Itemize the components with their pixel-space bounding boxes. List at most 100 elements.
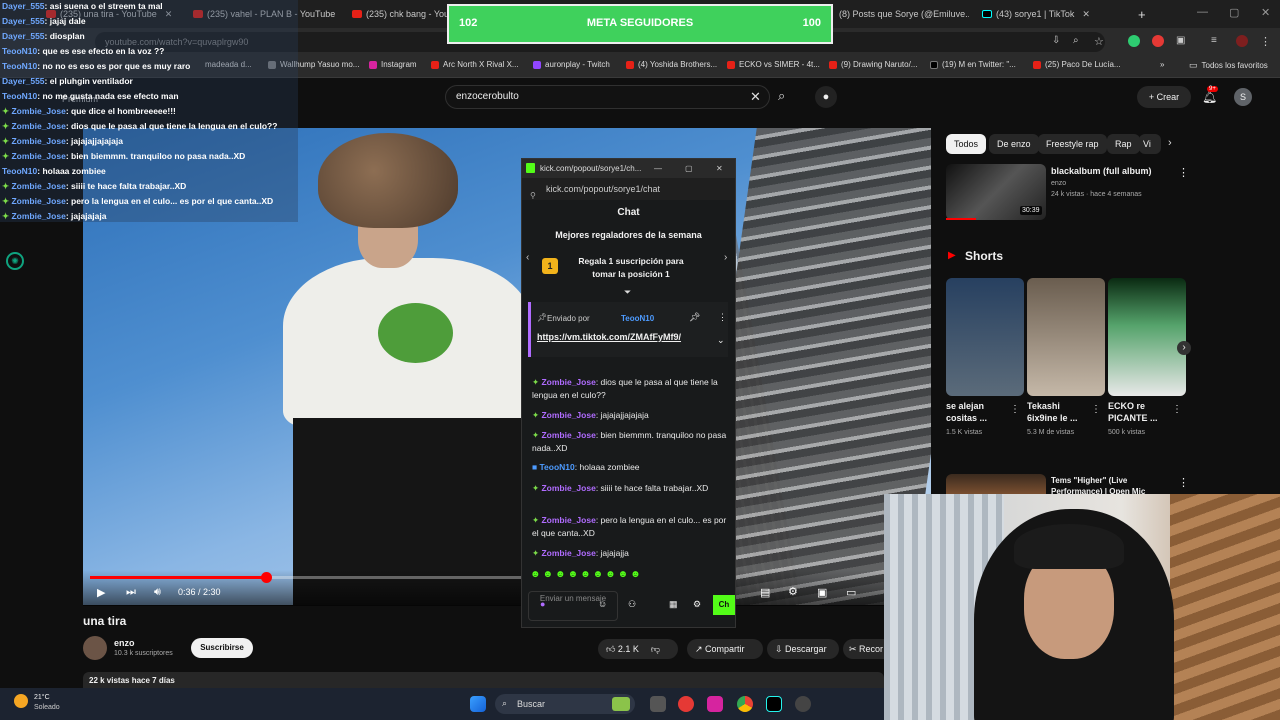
chrome-icon[interactable]: [737, 696, 753, 712]
clear-icon[interactable]: ✕: [750, 89, 761, 105]
new-tab-button[interactable]: +: [1138, 4, 1146, 24]
chatgpt-icon[interactable]: ✺: [6, 252, 24, 270]
maximize-icon[interactable]: ▢: [685, 159, 693, 178]
mic-icon[interactable]: ●: [540, 599, 545, 609]
short-title[interactable]: ECKO re PICANTE ...: [1108, 400, 1168, 424]
channel-name[interactable]: enzo: [114, 638, 135, 648]
minimize-icon[interactable]: —: [1197, 6, 1208, 18]
send-button[interactable]: Ch: [713, 595, 735, 615]
maximize-icon[interactable]: ▢: [1229, 6, 1239, 19]
like-button[interactable]: 👍︎ 2.1 K 👎︎: [598, 639, 678, 659]
clip-button[interactable]: ✂ Recor: [843, 639, 884, 659]
close-icon[interactable]: ✕: [1082, 9, 1090, 20]
chip-todos[interactable]: Todos: [946, 134, 987, 154]
rec-title[interactable]: Tems "Higher" (Live Performance) | Open …: [1051, 475, 1176, 495]
short-thumbnail[interactable]: [946, 278, 1024, 396]
video-description[interactable]: 22 k vistas hace 7 días: [83, 672, 884, 688]
obs-icon[interactable]: [795, 696, 811, 712]
chip-de-enzo[interactable]: De enzo: [989, 134, 1039, 154]
search-input[interactable]: enzocerobulto: [445, 85, 770, 109]
more-icon[interactable]: ⋮: [1172, 404, 1182, 415]
users-icon[interactable]: ⚇: [628, 599, 636, 610]
chip-more[interactable]: Vi: [1139, 134, 1161, 154]
rec-thumbnail[interactable]: [946, 474, 1046, 494]
channel-avatar[interactable]: [83, 636, 107, 660]
pin-icon[interactable]: 📌︎: [689, 312, 700, 323]
mic-icon[interactable]: ●: [815, 86, 837, 108]
puzzle-icon[interactable]: ▣: [1176, 35, 1188, 47]
zoom-icon[interactable]: ⌕: [1073, 35, 1085, 47]
short-title[interactable]: Tekashi 6ix9ine le ...: [1027, 400, 1087, 424]
more-icon[interactable]: ⋮: [718, 312, 727, 323]
gift-icon[interactable]: ▦: [669, 599, 678, 610]
create-button[interactable]: + Crear: [1137, 86, 1191, 108]
volume-icon[interactable]: 🔊︎: [154, 586, 161, 599]
close-icon[interactable]: ✕: [716, 159, 723, 178]
chat-username[interactable]: Zombie_Jose: [541, 515, 595, 525]
filter-icon[interactable]: ⏷: [624, 287, 631, 298]
chat-username[interactable]: Zombie_Jose: [541, 548, 595, 558]
miniplayer-icon[interactable]: ▣: [817, 586, 827, 599]
minimize-icon[interactable]: —: [654, 159, 662, 178]
profile-avatar[interactable]: [1236, 35, 1248, 47]
chevron-right-icon[interactable]: »: [1160, 60, 1164, 69]
tab-posts-sorye[interactable]: (8) Posts que Sorye (@Emiluve...✕: [839, 4, 969, 24]
chat-username[interactable]: Zombie_Jose: [541, 377, 595, 387]
play-icon[interactable]: ▶: [97, 586, 105, 599]
more-icon[interactable]: ⋮: [1091, 404, 1101, 415]
star-icon[interactable]: ☆: [1094, 35, 1106, 48]
search-icon[interactable]: ⌕: [778, 88, 785, 104]
thumbs-down-icon[interactable]: 👎︎: [651, 644, 660, 654]
download-button[interactable]: ⇩ Descargar: [767, 639, 839, 659]
chevron-right-icon[interactable]: ›: [724, 252, 727, 263]
avatar[interactable]: S: [1234, 88, 1252, 106]
extension-icon[interactable]: [1128, 35, 1140, 47]
bookmark-item[interactable]: (9) Drawing Naruto/...: [829, 60, 917, 69]
tab-chk-bang[interactable]: (235) chk bang - YouTu: [352, 4, 447, 24]
short-title[interactable]: se alejan cositas ...: [946, 400, 1006, 424]
install-icon[interactable]: ⇩: [1052, 35, 1064, 47]
weather-temp[interactable]: 21°C: [34, 694, 50, 701]
chat-username[interactable]: Zombie_Jose: [541, 410, 595, 420]
emoji-icon[interactable]: ☺: [598, 599, 607, 609]
extension-icon[interactable]: [1152, 35, 1164, 47]
pinned-link[interactable]: https://vm.tiktok.com/ZMAfFyMf9/: [537, 332, 681, 342]
settings-icon[interactable]: ⚙: [693, 599, 701, 610]
chevron-left-icon[interactable]: ‹: [526, 252, 529, 263]
chevron-right-icon[interactable]: ›: [1177, 341, 1191, 355]
task-view-icon[interactable]: [650, 696, 666, 712]
tab-tiktok[interactable]: (43) sorye1 | TikTok ✕: [982, 4, 1127, 24]
all-bookmarks[interactable]: ▭ Todos los favoritos: [1189, 60, 1268, 71]
chat-username[interactable]: Zombie_Jose: [541, 430, 595, 440]
chip-freestyle-rap[interactable]: Freestyle rap: [1038, 134, 1107, 154]
app-icon[interactable]: [678, 696, 694, 712]
bookmark-item[interactable]: (4) Yoshida Brothers...: [626, 60, 717, 69]
theater-icon[interactable]: ▭: [846, 586, 856, 599]
menu-icon[interactable]: ⋮: [1260, 35, 1272, 48]
chat-username[interactable]: Zombie_Jose: [541, 483, 595, 493]
settings-icon[interactable]: ⚙: [788, 585, 798, 598]
bookmark-item[interactable]: (25) Paco De Lucía...: [1033, 60, 1121, 69]
close-window-icon[interactable]: ✕: [1261, 6, 1270, 19]
instagram-icon[interactable]: [707, 696, 723, 712]
media-icon[interactable]: ≡: [1211, 35, 1223, 47]
more-icon[interactable]: ⋮: [1178, 476, 1189, 489]
chevron-right-icon[interactable]: ›: [1168, 137, 1172, 149]
share-button[interactable]: ↗ Compartir: [687, 639, 763, 659]
chat-username[interactable]: TeooN10: [540, 462, 575, 472]
more-icon[interactable]: ⋮: [1178, 166, 1189, 179]
rec-title[interactable]: blackalbum (full album): [1051, 166, 1152, 176]
emote-row[interactable]: ☻☻☻☻☻☻☻☻☻: [530, 569, 730, 583]
sun-icon[interactable]: [14, 694, 28, 708]
bell-icon[interactable]: 🔔︎: [1202, 90, 1217, 104]
subscribe-button[interactable]: Suscribirse: [191, 638, 253, 658]
chip-rap[interactable]: Rap: [1107, 134, 1140, 154]
tiktok-icon[interactable]: [766, 696, 782, 712]
bookmark-item[interactable]: Instagram: [369, 60, 417, 69]
short-thumbnail[interactable]: [1027, 278, 1105, 396]
bookmark-item[interactable]: (19) M en Twitter: "...: [930, 60, 1016, 69]
progress-knob[interactable]: [261, 572, 272, 583]
bookmark-item[interactable]: auronplay - Twitch: [533, 60, 610, 69]
more-icon[interactable]: ⋮: [1010, 404, 1020, 415]
subtitles-icon[interactable]: ▤: [760, 586, 770, 599]
